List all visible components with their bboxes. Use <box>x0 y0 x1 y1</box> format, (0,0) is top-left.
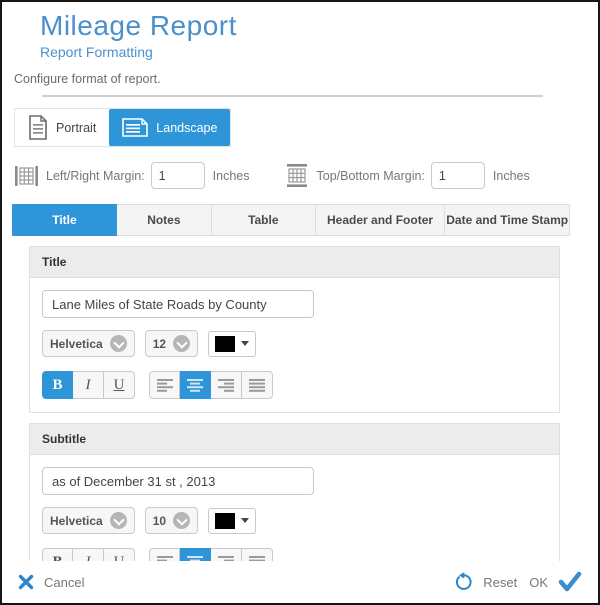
title-font-size-dropdown[interactable]: 12 <box>145 330 198 357</box>
color-swatch <box>215 336 235 352</box>
top-bottom-margin-input[interactable] <box>431 162 485 189</box>
portrait-label: Portrait <box>56 121 96 135</box>
title-font-family-dropdown[interactable]: Helvetica <box>42 330 135 357</box>
portrait-page-icon <box>28 115 48 140</box>
align-left-icon <box>157 379 173 392</box>
dialog-header: Mileage Report Report Formatting <box>2 2 598 60</box>
title-font-row: Helvetica 12 <box>42 330 547 357</box>
reset-button[interactable]: Reset <box>453 572 517 592</box>
title-font-size-value: 12 <box>153 337 166 351</box>
tab-notes[interactable]: Notes <box>117 204 212 236</box>
title-font-color-picker[interactable] <box>208 331 256 357</box>
left-right-units-label: Inches <box>213 169 250 183</box>
title-align-left-button[interactable] <box>149 371 180 399</box>
subtitle-font-family-value: Helvetica <box>50 514 103 528</box>
top-bottom-margin-label: Top/Bottom Margin: <box>317 169 425 183</box>
title-align-center-button[interactable] <box>180 371 211 399</box>
chevron-down-icon <box>173 335 190 352</box>
left-right-margin-group: Left/Right Margin: Inches <box>14 162 250 189</box>
dialog-footer: Cancel Reset OK <box>2 561 598 603</box>
title-font-family-value: Helvetica <box>50 337 103 351</box>
tab-date-and-time-stamp[interactable]: Date and Time Stamp <box>445 204 570 236</box>
align-center-icon <box>187 379 203 392</box>
cancel-x-icon <box>18 574 34 590</box>
tab-title[interactable]: Title <box>12 204 117 236</box>
mileage-report-dialog: Mileage Report Report Formatting Configu… <box>0 0 600 605</box>
title-panel-body: Helvetica 12 B I U <box>30 278 559 412</box>
footer-right-actions: Reset OK <box>453 571 582 593</box>
bold-icon: B <box>52 377 62 394</box>
landscape-label: Landscape <box>156 121 217 135</box>
left-right-margin-label: Left/Right Margin: <box>46 169 145 183</box>
chevron-down-icon <box>110 335 127 352</box>
margins-row: Left/Right Margin: Inches Top/Bottom Mar… <box>14 162 598 189</box>
subtitle-font-size-value: 10 <box>153 514 166 528</box>
portrait-button[interactable]: Portrait <box>15 109 109 146</box>
top-bottom-margin-icon <box>284 163 310 188</box>
tab-header-and-footer-label: Header and Footer <box>327 213 433 227</box>
title-align-justify-button[interactable] <box>242 371 273 399</box>
title-format-row: B I U <box>42 371 547 399</box>
title-text-input[interactable] <box>42 290 314 318</box>
format-tabs: Title Notes Table Header and Footer Date… <box>12 204 570 236</box>
landscape-page-icon <box>122 117 148 138</box>
title-panel: Title Helvetica 12 B <box>29 246 560 413</box>
top-bottom-units-label: Inches <box>493 169 530 183</box>
reset-label: Reset <box>483 575 517 590</box>
subtitle-panel-heading: Subtitle <box>30 424 559 455</box>
align-justify-icon <box>249 379 265 392</box>
reset-icon <box>453 572 473 592</box>
align-right-icon <box>218 379 234 392</box>
ok-label: OK <box>529 575 548 590</box>
left-right-margin-input[interactable] <box>151 162 205 189</box>
divider <box>42 95 543 97</box>
page-subtitle: Report Formatting <box>40 44 598 60</box>
ok-button[interactable]: OK <box>529 571 582 593</box>
subtitle-font-color-picker[interactable] <box>208 508 256 534</box>
title-panel-heading: Title <box>30 247 559 278</box>
title-italic-button[interactable]: I <box>73 371 104 399</box>
italic-icon: I <box>86 377 91 394</box>
title-align-group <box>149 371 273 399</box>
subtitle-font-family-dropdown[interactable]: Helvetica <box>42 507 135 534</box>
tab-date-and-time-stamp-label: Date and Time Stamp <box>446 213 568 227</box>
left-right-margin-icon <box>14 163 39 189</box>
tab-title-label: Title <box>52 213 76 227</box>
chevron-down-icon <box>173 512 190 529</box>
subtitle-font-row: Helvetica 10 <box>42 507 547 534</box>
chevron-down-icon <box>110 512 127 529</box>
underline-icon: U <box>114 377 125 394</box>
ok-check-icon <box>558 571 582 593</box>
page-title: Mileage Report <box>40 10 598 42</box>
title-underline-button[interactable]: U <box>104 371 135 399</box>
description-text: Configure format of report. <box>14 72 598 86</box>
tab-table-label: Table <box>248 213 278 227</box>
cancel-label: Cancel <box>44 575 84 590</box>
title-bold-button[interactable]: B <box>42 371 73 399</box>
cancel-button[interactable]: Cancel <box>18 574 84 590</box>
title-style-group: B I U <box>42 371 135 399</box>
tab-header-and-footer[interactable]: Header and Footer <box>316 204 446 236</box>
caret-down-icon <box>241 518 249 523</box>
subtitle-text-input[interactable] <box>42 467 314 495</box>
caret-down-icon <box>241 341 249 346</box>
tab-notes-label: Notes <box>147 213 180 227</box>
top-bottom-margin-group: Top/Bottom Margin: Inches <box>284 162 530 189</box>
subtitle-font-size-dropdown[interactable]: 10 <box>145 507 198 534</box>
title-align-right-button[interactable] <box>211 371 242 399</box>
tab-table[interactable]: Table <box>212 204 316 236</box>
color-swatch <box>215 513 235 529</box>
landscape-button[interactable]: Landscape <box>109 109 230 146</box>
orientation-toggle: Portrait Landscape <box>14 108 231 147</box>
